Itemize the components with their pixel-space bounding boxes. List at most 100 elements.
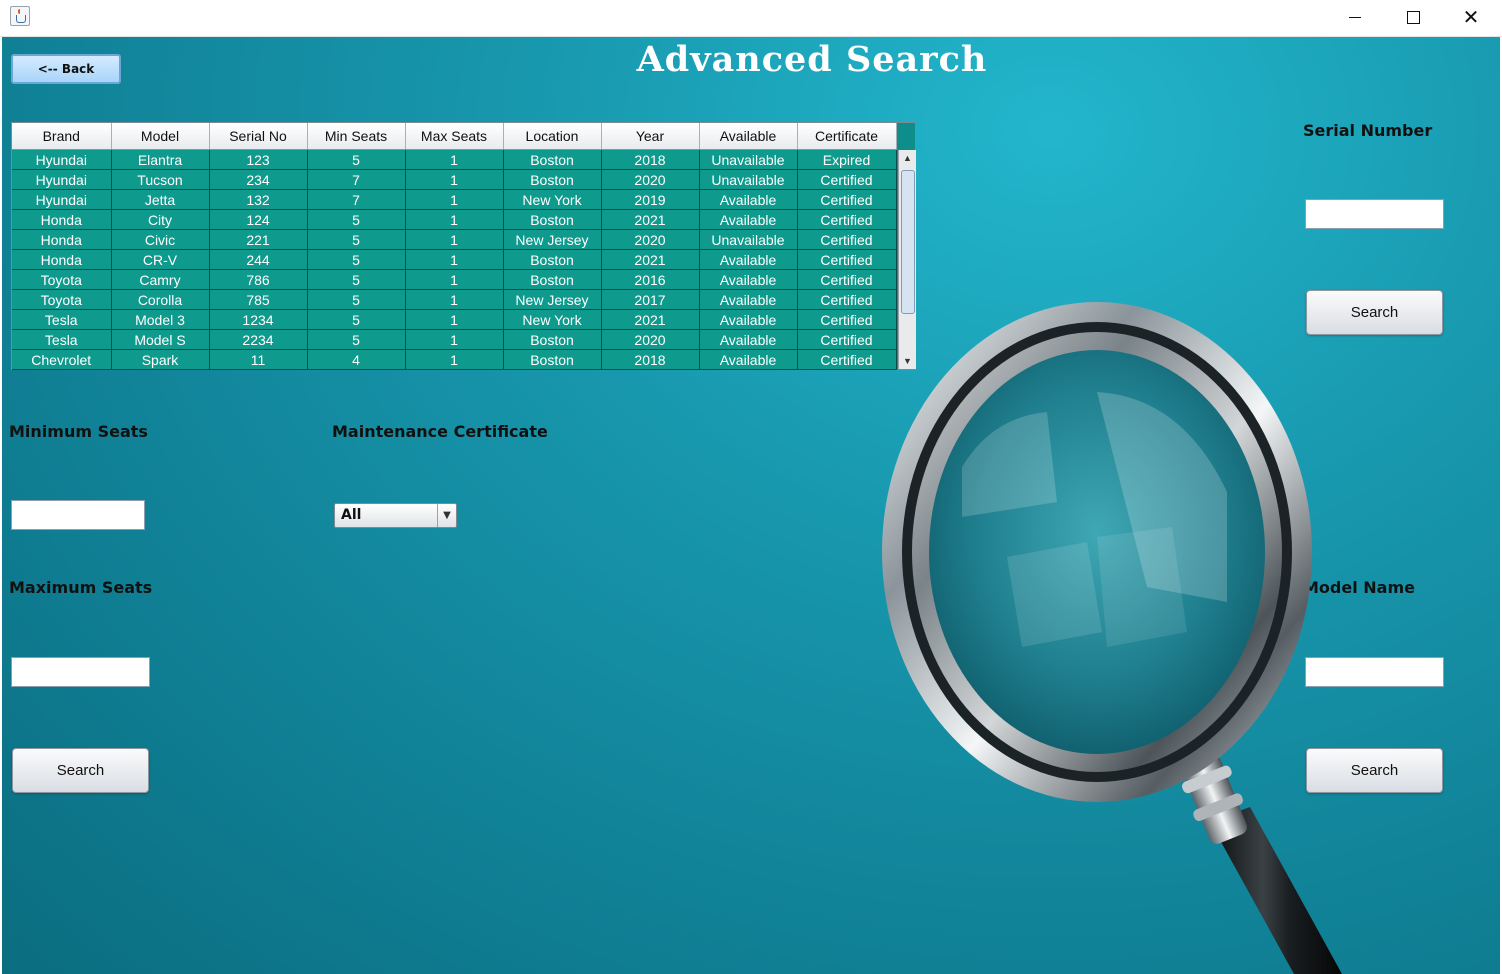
table-row[interactable]: Toyota Camry 786 5 1 Boston 2016 Available Certi…: [12, 269, 897, 290]
table-cell: 1: [405, 329, 504, 350]
table-cell: 2020: [601, 169, 700, 190]
column-header[interactable]: Location: [503, 123, 602, 150]
back-button[interactable]: <-- Back: [11, 54, 121, 84]
table-cell: 2021: [601, 209, 700, 230]
table-cell: Available: [699, 189, 798, 210]
table-cell: Civic: [111, 229, 210, 250]
table-cell: Toyota: [12, 289, 112, 310]
table-cell: 7: [307, 189, 406, 210]
page-title: Advanced Search: [636, 39, 988, 80]
chevron-down-icon[interactable]: ▼: [437, 504, 456, 527]
window-title-bar: ✕: [0, 0, 1502, 37]
table-cell: Tesla: [12, 309, 112, 330]
table-cell: Camry: [111, 269, 210, 290]
table-cell: Toyota: [12, 269, 112, 290]
table-cell: 234: [209, 169, 308, 190]
table-row[interactable]: Honda Civic 221 5 1 New Jersey 2020 Unavailable…: [12, 229, 897, 250]
table-cell: Jetta: [111, 189, 210, 210]
scroll-up-icon[interactable]: ▲: [899, 150, 916, 166]
table-cell: Certified: [797, 249, 897, 270]
seats-search-button[interactable]: Search: [12, 748, 149, 793]
column-header[interactable]: Serial No: [209, 123, 308, 150]
table-cell: Hyundai: [12, 169, 112, 190]
table-cell: Boston: [503, 349, 602, 370]
certificate-select[interactable]: All ▼: [334, 503, 457, 528]
table-cell: Boston: [503, 209, 602, 230]
table-row[interactable]: Chevrolet Spark 11 4 1 Boston 2018 Available Cer…: [12, 349, 897, 370]
table-row[interactable]: Toyota Corolla 785 5 1 New Jersey 2017 Availabl…: [12, 289, 897, 310]
java-app-icon[interactable]: [10, 6, 30, 26]
table-cell: CR-V: [111, 249, 210, 270]
table-cell: 2019: [601, 189, 700, 210]
table-cell: 244: [209, 249, 308, 270]
close-icon: ✕: [1462, 5, 1480, 29]
table-cell: Unavailable: [699, 169, 798, 190]
table-cell: Boston: [503, 269, 602, 290]
table-cell: Tucson: [111, 169, 210, 190]
scroll-thumb[interactable]: [901, 170, 915, 314]
column-header[interactable]: Max Seats: [405, 123, 504, 150]
minimize-icon: [1349, 16, 1361, 18]
table-cell: Boston: [503, 149, 602, 170]
table-cell: 5: [307, 269, 406, 290]
table-cell: Boston: [503, 169, 602, 190]
table-cell: 1: [405, 309, 504, 330]
table-cell: Available: [699, 209, 798, 230]
table-cell: New Jersey: [503, 229, 602, 250]
maximize-button[interactable]: [1384, 0, 1442, 34]
table-cell: Certified: [797, 209, 897, 230]
close-button[interactable]: ✕: [1442, 0, 1500, 34]
table-cell: 1: [405, 189, 504, 210]
table-row[interactable]: Hyundai Tucson 234 7 1 Boston 2020 Unavailable C…: [12, 169, 897, 190]
table-cell: New Jersey: [503, 289, 602, 310]
table-cell: 11: [209, 349, 308, 370]
table-cell: 2018: [601, 149, 700, 170]
minimum-seats-input[interactable]: [11, 500, 145, 530]
table-cell: 1: [405, 149, 504, 170]
table-cell: Certified: [797, 169, 897, 190]
table-cell: Certified: [797, 229, 897, 250]
table-cell: 2017: [601, 289, 700, 310]
table-cell: Corolla: [111, 289, 210, 310]
column-header[interactable]: Certificate: [797, 123, 897, 150]
column-header[interactable]: Available: [699, 123, 798, 150]
table-cell: Hyundai: [12, 189, 112, 210]
table-cell: 221: [209, 229, 308, 250]
table-cell: Unavailable: [699, 229, 798, 250]
table-cell: Model 3: [111, 309, 210, 330]
column-header[interactable]: Brand: [12, 123, 112, 150]
table-cell: 5: [307, 149, 406, 170]
table-cell: 1: [405, 289, 504, 310]
table-row[interactable]: Honda CR-V 244 5 1 Boston 2021 Available Certifi…: [12, 249, 897, 270]
column-header[interactable]: Min Seats: [307, 123, 406, 150]
table-cell: 1: [405, 209, 504, 230]
table-row[interactable]: Tesla Model S 2234 5 1 Boston 2020 Available Cer…: [12, 329, 897, 350]
table-cell: 785: [209, 289, 308, 310]
table-cell: 124: [209, 209, 308, 230]
table-cell: Unavailable: [699, 149, 798, 170]
table-cell: 1: [405, 349, 504, 370]
vehicle-table: Brand Model Serial No Min Seats Max Seats Loc…: [11, 122, 916, 370]
maximum-seats-label: Maximum Seats: [9, 578, 153, 597]
table-row[interactable]: Hyundai Elantra 123 5 1 Boston 2018 Unavailable…: [12, 149, 897, 170]
table-row[interactable]: Tesla Model 3 1234 5 1 New York 2021 Available C…: [12, 309, 897, 330]
table-cell: Honda: [12, 209, 112, 230]
table-cell: Model S: [111, 329, 210, 350]
table-cell: 5: [307, 209, 406, 230]
column-header[interactable]: Year: [601, 123, 700, 150]
table-cell: Available: [699, 269, 798, 290]
table-header-row: Brand Model Serial No Min Seats Max Seats Loc…: [12, 123, 897, 150]
table-row[interactable]: Hyundai Jetta 132 7 1 New York 2019 Available Ce…: [12, 189, 897, 210]
table-cell: Available: [699, 249, 798, 270]
table-row[interactable]: Honda City 124 5 1 Boston 2021 Available Certifi…: [12, 209, 897, 230]
column-header[interactable]: Model: [111, 123, 210, 150]
minimize-button[interactable]: [1326, 0, 1384, 34]
table-cell: Available: [699, 329, 798, 350]
table-cell: Boston: [503, 249, 602, 270]
table-cell: Hyundai: [12, 149, 112, 170]
table-cell: 4: [307, 349, 406, 370]
table-cell: 1: [405, 249, 504, 270]
serial-number-input[interactable]: [1305, 199, 1444, 229]
maximum-seats-input[interactable]: [11, 657, 150, 687]
serial-number-label: Serial Number: [1303, 121, 1433, 140]
